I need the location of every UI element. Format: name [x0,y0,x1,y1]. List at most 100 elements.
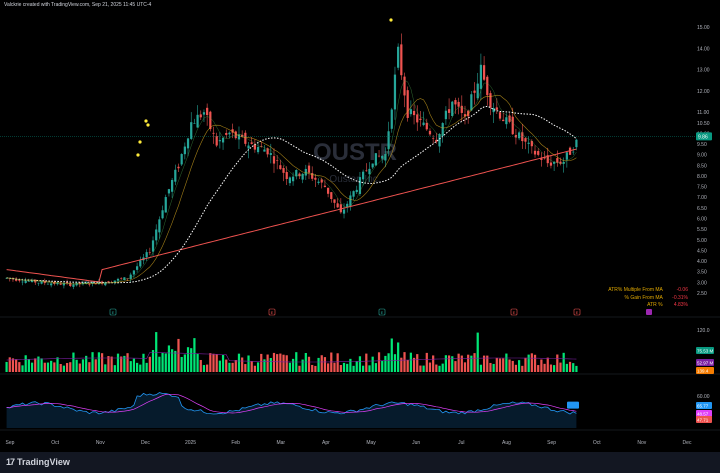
candle-body [393,74,397,110]
earnings-marker-label-1: E [271,310,274,315]
volume-bar [266,354,269,372]
volume-bar [231,362,234,372]
volume-bar [409,352,412,372]
volume-bar [537,365,540,372]
volume-bar [326,363,330,372]
volume-bar [11,358,15,372]
current-price-label: 9.86 [698,134,708,140]
candle-body [250,142,253,144]
volume-bar [253,365,257,372]
volume-bar [508,359,511,372]
signal-dot [146,123,150,127]
time-tick-5: Feb [231,440,240,446]
volume-bar [533,354,537,372]
candle-body [425,122,428,130]
earnings-marker-label-2: E [381,310,384,315]
rsi-tag-label-0: 65.77 [697,404,709,409]
volume-bar [349,358,352,372]
candle-body [202,112,206,115]
volume-bar [447,355,451,372]
candle-body [199,114,202,118]
volume-bar [228,362,231,372]
volume-bar [148,356,151,372]
candle-body [527,142,530,144]
volume-bar [387,353,390,372]
candle-body [454,100,457,105]
stat-atr-multiple-value: -0.06 [676,287,688,293]
candle-body [428,130,432,135]
candle-body [330,192,333,200]
footer-bar: 17 TradingView [0,452,720,473]
signal-dot [138,140,142,144]
volume-tag-label-0: 75.53 M [697,349,714,354]
volume-bar [473,353,476,372]
volume-bar [256,362,260,372]
ma-50-line [6,105,577,284]
volume-bar [151,350,155,372]
candle-body [400,44,403,76]
chart-area[interactable]: OUSTR Ouster, Inc. 15.00 14.00 13.00 12.00 11.… [0,10,720,450]
time-tick-15: Dec [683,440,692,446]
candle-body [129,274,132,279]
volume-bar [371,356,374,372]
volume-bar [559,362,562,372]
candle-body [18,280,21,281]
volume-bar [186,347,190,372]
price-tick-16: 5.00 [697,238,707,244]
volume-bar [135,362,139,372]
candle-body [269,153,272,155]
volume-bar [139,364,142,372]
volume-bar [190,348,193,372]
volume-bar [155,332,158,372]
candle-body [575,139,578,148]
volume-bar [517,360,521,372]
volume-bar [43,362,46,372]
time-tick-10: Jul [458,440,464,446]
price-tick-7: 9.50 [697,142,707,148]
volume-bar [107,356,110,372]
earnings-marker-label-4: E [576,310,579,315]
candle-body [565,152,568,160]
volume-bar [94,359,97,372]
stat-atr-multiple-label: ATR% Multiple From MA [608,287,663,293]
tradingview-logo[interactable]: 17 TradingView [6,457,70,467]
volume-bar [282,354,285,372]
candle-body [132,270,136,275]
candle-body [374,153,377,166]
volume-bar [524,357,527,372]
candle-body [381,155,384,159]
stat-gain-from-ma: % Gain From MA -0.31% [608,295,688,303]
tradingview-brand: TradingView [17,457,70,467]
volume-bar [352,365,355,372]
rsi-current-tag [567,401,579,409]
volume-bar [540,359,543,372]
candle-body [397,46,400,68]
candle-body [37,282,40,284]
volume-bar [62,365,66,372]
signal-dot [389,18,393,22]
volume-bar [100,353,104,372]
volume-bar [59,364,62,372]
volume-bar [428,362,432,372]
price-tick-12: 7.00 [697,195,707,201]
candle-body [549,162,553,166]
volume-bar [374,363,377,372]
volume-bar [196,353,199,372]
volume-bar [202,365,206,372]
volume-bar [492,363,495,372]
candle-body [291,176,295,182]
volume-bar [142,353,145,372]
candle-body [416,114,419,123]
candle-body [196,114,199,128]
volume-bar [416,354,419,372]
volume-bar [527,354,530,372]
volume-bar [422,365,425,372]
volume-bar [199,359,202,372]
volume-bar [291,358,295,372]
volume-bar [27,359,30,372]
volume-bar [218,360,221,372]
price-chart-svg[interactable]: OUSTROuster, Inc.15.0014.0013.0012.0011.… [0,10,720,450]
volume-bar [441,363,444,372]
volume-bar [502,358,505,372]
candle-body [272,156,276,164]
